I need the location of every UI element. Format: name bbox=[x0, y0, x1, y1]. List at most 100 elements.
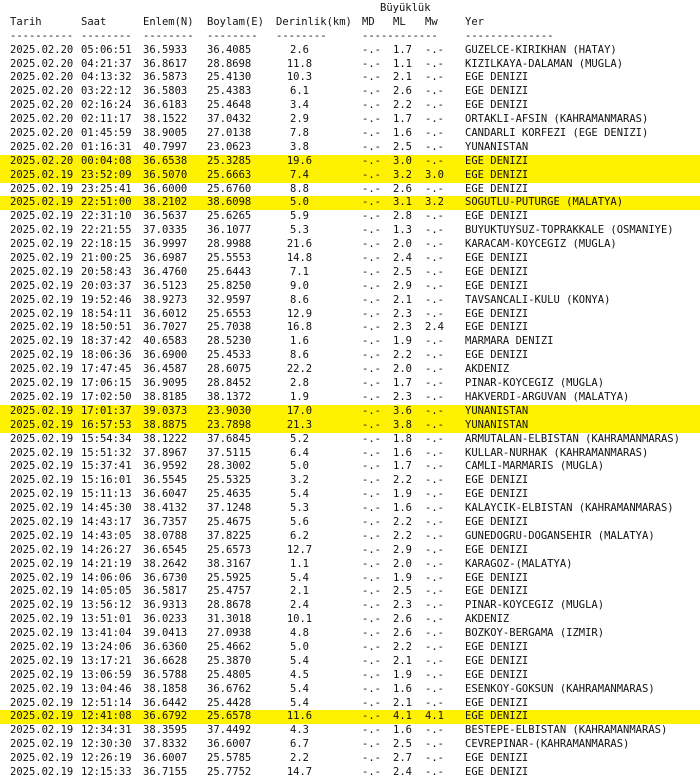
event-ml: 2.0 bbox=[393, 363, 412, 376]
event-ml: 1.6 bbox=[393, 502, 412, 515]
table-row: 2025.02.20 01:45:59 38.9005 27.0138 7.8 -.- 1.… bbox=[0, 127, 700, 141]
event-ml: 1.3 bbox=[393, 224, 412, 237]
event-md: -.- bbox=[362, 752, 381, 765]
event-mw: -.- bbox=[425, 599, 444, 612]
event-location: TAVSANCALI-KULU (KONYA) bbox=[465, 293, 611, 306]
event-date: 2025.02.20 bbox=[10, 43, 74, 56]
event-longitude: 38.1372 bbox=[207, 390, 252, 403]
separator-latitude: -------- bbox=[143, 29, 194, 42]
event-date: 2025.02.19 bbox=[10, 168, 74, 181]
event-mw: -.- bbox=[425, 238, 444, 251]
event-time: 03:22:12 bbox=[81, 85, 132, 98]
table-row: 2025.02.19 12:34:31 38.3595 37.4492 4.3 -.- 1.… bbox=[0, 724, 700, 738]
event-ml: 2.2 bbox=[393, 474, 412, 487]
event-date: 2025.02.19 bbox=[10, 502, 74, 515]
event-mw: -.- bbox=[425, 293, 444, 306]
event-latitude: 39.0413 bbox=[143, 627, 188, 640]
event-md: -.- bbox=[362, 724, 381, 737]
event-ml: 1.7 bbox=[393, 113, 412, 126]
table-row: 2025.02.19 12:15:33 36.7155 25.7752 14.7 -.- 2… bbox=[0, 766, 700, 780]
event-ml: 2.6 bbox=[393, 85, 412, 98]
table-row: 2025.02.19 14:05:05 36.5817 25.4757 2.1 -.- 2.… bbox=[0, 585, 700, 599]
event-md: -.- bbox=[362, 627, 381, 640]
event-mw: -.- bbox=[425, 210, 444, 223]
event-location: KIZILKAYA-DALAMAN (MUGLA) bbox=[465, 57, 624, 70]
event-time: 18:37:42 bbox=[81, 335, 132, 348]
event-mw: 4.1 bbox=[425, 710, 444, 723]
event-time: 22:51:00 bbox=[81, 196, 132, 209]
event-mw: -.- bbox=[425, 502, 444, 515]
separator-depth: -------- bbox=[276, 29, 327, 42]
event-latitude: 40.6583 bbox=[143, 335, 188, 348]
event-longitude: 38.6098 bbox=[207, 196, 252, 209]
table-row: 2025.02.20 04:21:37 36.8617 28.8698 11.8 -.- 1… bbox=[0, 58, 700, 72]
event-mw: -.- bbox=[425, 307, 444, 320]
event-location: AKDENIZ bbox=[465, 613, 510, 626]
event-ml: 2.2 bbox=[393, 515, 412, 528]
event-mw: -.- bbox=[425, 404, 444, 417]
event-latitude: 36.6545 bbox=[143, 543, 188, 556]
event-ml: 2.7 bbox=[393, 752, 412, 765]
table-row: 2025.02.19 17:02:50 38.8185 38.1372 1.9 -.- 2.… bbox=[0, 391, 700, 405]
event-latitude: 38.4132 bbox=[143, 502, 188, 515]
event-depth: 14.8 bbox=[286, 252, 313, 265]
event-depth: 1.9 bbox=[290, 390, 309, 403]
table-row: 2025.02.19 23:25:41 36.6000 25.6760 8.8 -.- 2.… bbox=[0, 183, 700, 197]
event-longitude: 25.6573 bbox=[207, 543, 252, 556]
event-md: -.- bbox=[362, 335, 381, 348]
event-latitude: 36.6183 bbox=[143, 99, 188, 112]
event-date: 2025.02.19 bbox=[10, 252, 74, 265]
event-longitude: 25.5553 bbox=[207, 252, 252, 265]
event-ml: 1.1 bbox=[393, 57, 412, 70]
event-location: KULLAR-NURHAK (KAHRAMANMARAS) bbox=[465, 446, 649, 459]
event-depth: 22.2 bbox=[286, 363, 313, 376]
event-md: -.- bbox=[362, 474, 381, 487]
event-mw: -.- bbox=[425, 390, 444, 403]
event-time: 20:58:43 bbox=[81, 265, 132, 278]
event-location: EGE DENIZI bbox=[465, 99, 529, 112]
event-time: 13:04:46 bbox=[81, 682, 132, 695]
event-ml: 2.5 bbox=[393, 265, 412, 278]
event-latitude: 38.9273 bbox=[143, 293, 188, 306]
event-md: -.- bbox=[362, 446, 381, 459]
separator-row: ---------- -------- -------- -------- --… bbox=[0, 30, 700, 44]
event-longitude: 25.4648 bbox=[207, 99, 252, 112]
event-longitude: 25.4662 bbox=[207, 640, 252, 653]
event-date: 2025.02.19 bbox=[10, 293, 74, 306]
table-row: 2025.02.19 13:24:06 36.6360 25.4662 5.0 -.- 2.… bbox=[0, 641, 700, 655]
event-md: -.- bbox=[362, 196, 381, 209]
event-time: 12:15:33 bbox=[81, 765, 132, 778]
event-md: -.- bbox=[362, 321, 381, 334]
table-row: 2025.02.20 05:06:51 36.5933 36.4085 2.6 -.- 1.… bbox=[0, 44, 700, 58]
event-depth: 5.4 bbox=[290, 571, 309, 584]
header-mw: Mw bbox=[425, 15, 438, 28]
event-location: YUNANISTAN bbox=[465, 418, 529, 431]
event-time: 12:51:14 bbox=[81, 696, 132, 709]
event-depth: 3.4 bbox=[290, 99, 309, 112]
event-ml: 2.3 bbox=[393, 599, 412, 612]
event-depth: 4.5 bbox=[290, 668, 309, 681]
event-depth: 5.3 bbox=[290, 224, 309, 237]
event-longitude: 25.5325 bbox=[207, 474, 252, 487]
event-latitude: 36.5788 bbox=[143, 668, 188, 681]
event-ml: 3.0 bbox=[393, 154, 412, 167]
event-md: -.- bbox=[362, 43, 381, 56]
event-location: EGE DENIZI bbox=[465, 752, 529, 765]
event-time: 04:21:37 bbox=[81, 57, 132, 70]
event-location: EGE DENIZI bbox=[465, 265, 529, 278]
event-depth: 5.2 bbox=[290, 432, 309, 445]
event-mw: -.- bbox=[425, 432, 444, 445]
event-longitude: 25.7038 bbox=[207, 321, 252, 334]
event-md: -.- bbox=[362, 460, 381, 473]
event-time: 13:51:01 bbox=[81, 613, 132, 626]
event-time: 18:50:51 bbox=[81, 321, 132, 334]
event-date: 2025.02.19 bbox=[10, 765, 74, 778]
event-md: -.- bbox=[362, 515, 381, 528]
event-location: EGE DENIZI bbox=[465, 515, 529, 528]
event-latitude: 38.2102 bbox=[143, 196, 188, 209]
event-time: 14:45:30 bbox=[81, 502, 132, 515]
table-row: 2025.02.19 20:58:43 36.4760 25.6443 7.1 -.- 2.… bbox=[0, 266, 700, 280]
event-depth: 7.8 bbox=[290, 127, 309, 140]
event-time: 15:16:01 bbox=[81, 474, 132, 487]
event-longitude: 25.4635 bbox=[207, 488, 252, 501]
